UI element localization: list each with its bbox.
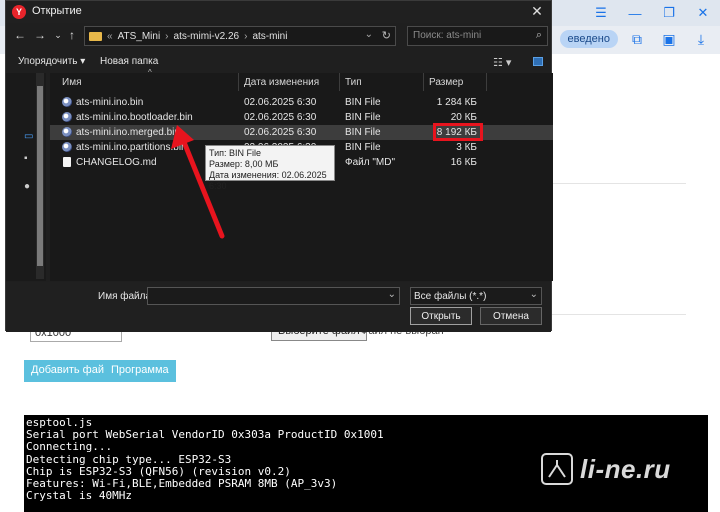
new-folder-button[interactable]: Новая папка xyxy=(100,56,158,67)
file-date: 02.06.2025 6:30 xyxy=(244,127,317,138)
folder-icon xyxy=(89,31,102,41)
preview-pane-icon[interactable] xyxy=(533,57,543,66)
up-folder-icon[interactable]: ↑ xyxy=(64,28,80,42)
organize-button[interactable]: Упорядочить ▾ xyxy=(18,56,85,67)
size-highlight-box xyxy=(433,123,483,141)
chevron-down-icon[interactable]: ⌄ xyxy=(530,289,538,300)
filter-value: Все файлы (*.*) xyxy=(414,291,487,302)
file-name: ats-mini.ino.bin xyxy=(76,97,144,108)
column-divider[interactable] xyxy=(339,73,340,91)
breadcrumb-item[interactable]: ATS_Mini xyxy=(118,31,161,42)
drive-icon[interactable]: ▪ xyxy=(24,153,34,164)
breadcrumb-prefix: « xyxy=(107,30,113,42)
bin-file-icon xyxy=(62,127,72,137)
search-placeholder: Поиск: ats-mini xyxy=(413,30,482,41)
computer-icon[interactable]: ▭ xyxy=(24,131,34,142)
command-bar: Упорядочить ▾ Новая папка ☷ ▾ xyxy=(6,51,551,71)
md-file-icon xyxy=(63,157,71,167)
yandex-browser-icon: Y xyxy=(12,5,26,19)
view-options-icon[interactable]: ☷ ▾ xyxy=(493,56,511,69)
dialog-footer: Имя файла: ⌄ Все файлы (*.*) ⌄ Открыть О… xyxy=(6,282,551,332)
window-controls: ☰ — ❐ ✕ xyxy=(584,0,720,26)
search-input[interactable]: Поиск: ats-mini ⌕ xyxy=(407,26,548,46)
tooltip-modified: Дата изменения: 02.06.2025 6:30 xyxy=(209,170,327,191)
file-name: ats-mini.ino.merged.bin xyxy=(76,127,180,138)
breadcrumb-item[interactable]: ats-mimi-v2.26 xyxy=(174,31,240,42)
column-header-date[interactable]: Дата изменения xyxy=(244,73,319,91)
file-size: 3 КБ xyxy=(456,142,477,153)
file-tooltip: Тип: BIN File Размер: 8,00 МБ Дата измен… xyxy=(205,145,335,191)
filename-label: Имя файла: xyxy=(98,291,154,302)
breadcrumb-item[interactable]: ats-mini xyxy=(252,31,287,42)
scrollbar-thumb[interactable] xyxy=(37,86,43,266)
breadcrumb-separator-icon: › xyxy=(244,30,248,42)
bin-file-icon xyxy=(62,97,72,107)
antenna-logo-icon xyxy=(541,453,573,485)
sort-indicator-icon: ^ xyxy=(148,68,152,77)
file-type-filter[interactable]: Все файлы (*.*) ⌄ xyxy=(410,287,542,305)
file-type: BIN File xyxy=(345,142,381,153)
back-icon[interactable]: ← xyxy=(12,28,28,42)
search-icon: ⌕ xyxy=(535,29,542,41)
watermark: li-ne.ru xyxy=(540,452,671,486)
bin-file-icon xyxy=(62,142,72,152)
forward-icon[interactable]: → xyxy=(32,28,48,42)
open-button[interactable]: Открыть xyxy=(410,307,472,325)
tooltip-size: Размер: 8,00 МБ xyxy=(209,159,279,169)
download-icon[interactable]: ⤓ xyxy=(688,28,714,50)
tabs-icon[interactable]: ⧉ xyxy=(624,28,650,50)
file-date: 02.06.2025 6:30 xyxy=(244,97,317,108)
column-divider[interactable] xyxy=(238,73,239,91)
column-header-type[interactable]: Тип xyxy=(345,73,362,91)
file-size: 16 КБ xyxy=(450,157,477,168)
address-bar[interactable]: « ATS_Mini › ats-mimi-v2.26 › ats-mini ⌄… xyxy=(84,26,396,46)
column-divider[interactable] xyxy=(423,73,424,91)
chevron-down-icon[interactable]: ⌄ xyxy=(365,29,373,40)
chevron-down-icon[interactable]: ⌄ xyxy=(388,289,396,300)
file-size: 20 КБ xyxy=(450,112,477,123)
file-size: 1 284 КБ xyxy=(436,97,477,108)
divider xyxy=(552,183,686,184)
file-name: ats-mini.ino.partitions.bin xyxy=(76,142,187,153)
file-type: BIN File xyxy=(345,127,381,138)
watermark-text: li-ne.ru xyxy=(580,453,671,484)
file-name: ats-mini.ino.bootloader.bin xyxy=(76,112,193,123)
restore-icon[interactable]: ❐ xyxy=(652,0,686,26)
file-date: 02.06.2025 6:30 xyxy=(244,112,317,123)
browser-tools: еведено ⧉ ▣ ⤓ xyxy=(559,28,714,50)
file-row[interactable]: ats-mini.ino.bin 02.06.2025 6:30 BIN Fil… xyxy=(50,95,553,110)
file-type: Файл "MD" xyxy=(345,157,396,168)
list-icon[interactable]: ☰ xyxy=(584,0,618,26)
navigation-bar: ← → ⌄ ↑ « ATS_Mini › ats-mimi-v2.26 › at… xyxy=(6,25,551,47)
translate-pill[interactable]: еведено xyxy=(559,30,618,48)
console-line: Crystal is 40MHz xyxy=(26,489,132,503)
tooltip-type: Тип: BIN File xyxy=(209,148,262,158)
program-button[interactable]: Программа xyxy=(104,360,176,382)
console-line: Serial port WebSerial VendorID 0x303a Pr… xyxy=(26,428,384,442)
dialog-titlebar: Y Открытие ✕ xyxy=(6,1,551,23)
minimize-icon[interactable]: — xyxy=(618,0,652,26)
column-header-size[interactable]: Размер xyxy=(429,73,463,91)
filename-input[interactable]: ⌄ xyxy=(147,287,400,305)
breadcrumb-separator-icon: › xyxy=(165,30,169,42)
file-name: CHANGELOG.md xyxy=(76,157,157,168)
file-type: BIN File xyxy=(345,97,381,108)
dialog-title: Открытие xyxy=(32,5,82,17)
bookmark-icon[interactable]: ▣ xyxy=(656,28,682,50)
cancel-button[interactable]: Отмена xyxy=(480,307,542,325)
close-icon[interactable]: ✕ xyxy=(529,3,545,20)
close-window-icon[interactable]: ✕ xyxy=(686,0,720,26)
network-icon[interactable]: ● xyxy=(24,181,34,192)
bin-file-icon xyxy=(62,112,72,122)
column-divider[interactable] xyxy=(486,73,487,91)
column-header-name[interactable]: Имя xyxy=(62,73,81,91)
file-type: BIN File xyxy=(345,112,381,123)
refresh-icon[interactable]: ↻ xyxy=(382,29,391,42)
divider xyxy=(552,314,686,315)
